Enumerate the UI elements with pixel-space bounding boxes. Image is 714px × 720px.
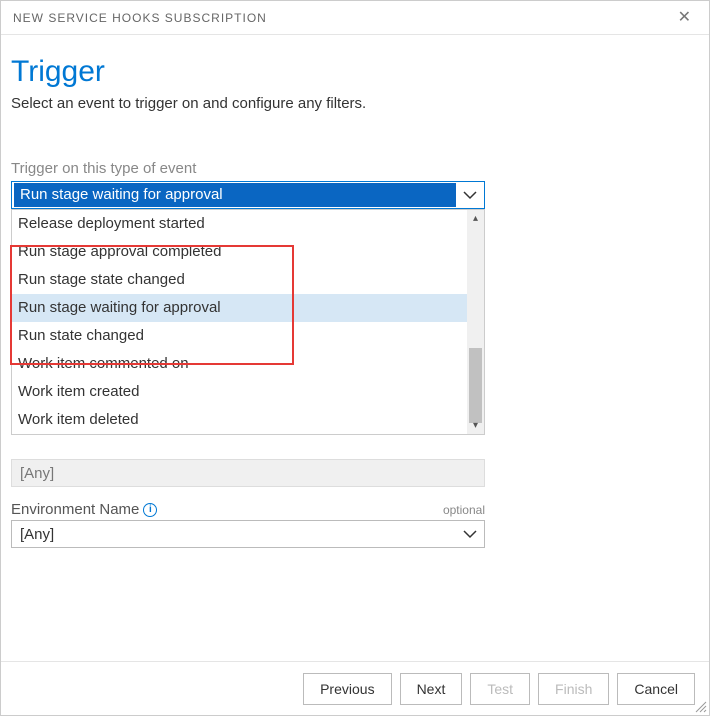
- environment-field: Environment Name i optional [Any]: [11, 501, 681, 548]
- next-button[interactable]: Next: [400, 673, 463, 705]
- trigger-selected-text: Run stage waiting for approval: [14, 183, 456, 207]
- environment-value: [Any]: [12, 526, 456, 543]
- scroll-down-icon[interactable]: ▾: [467, 417, 484, 434]
- close-icon: ✕: [678, 9, 691, 26]
- resize-grip-icon[interactable]: [693, 699, 707, 713]
- trigger-option[interactable]: Run state changed: [12, 322, 467, 350]
- cancel-button[interactable]: Cancel: [617, 673, 695, 705]
- trigger-label: Trigger on this type of event: [11, 160, 681, 177]
- disabled-filter-select: [Any]: [11, 459, 485, 487]
- trigger-option[interactable]: Run stage state changed: [12, 266, 467, 294]
- environment-select[interactable]: [Any]: [11, 520, 485, 548]
- scrollbar-thumb[interactable]: [469, 348, 482, 423]
- dialog-title: NEW SERVICE HOOKS SUBSCRIPTION: [13, 11, 267, 25]
- footer: Previous Next Test Finish Cancel: [1, 661, 709, 715]
- dialog: NEW SERVICE HOOKS SUBSCRIPTION ✕ Trigger…: [0, 0, 710, 716]
- content: Trigger Select an event to trigger on an…: [1, 35, 709, 548]
- previous-button[interactable]: Previous: [303, 673, 391, 705]
- trigger-option[interactable]: Release deployment started: [12, 210, 467, 238]
- pipeline-field: [Any]: [11, 459, 681, 487]
- trigger-option[interactable]: Run stage approval completed: [12, 238, 467, 266]
- disabled-filter-text: [Any]: [12, 465, 484, 482]
- test-button: Test: [470, 673, 530, 705]
- info-icon[interactable]: i: [143, 503, 157, 517]
- filters-section: [Any] Environment Name i optional [Any]: [11, 459, 681, 548]
- trigger-option[interactable]: Work item created: [12, 378, 467, 406]
- trigger-option[interactable]: Work item commented on: [12, 350, 467, 378]
- scroll-up-icon[interactable]: ▴: [467, 210, 484, 227]
- trigger-option[interactable]: Work item deleted: [12, 406, 467, 434]
- trigger-select[interactable]: Run stage waiting for approval Release d…: [11, 181, 485, 209]
- environment-label: Environment Name: [11, 501, 139, 518]
- titlebar: NEW SERVICE HOOKS SUBSCRIPTION ✕: [1, 1, 709, 35]
- trigger-field: Trigger on this type of event Run stage …: [11, 160, 681, 209]
- page-subtitle: Select an event to trigger on and config…: [11, 95, 681, 112]
- trigger-options: Release deployment started Run stage app…: [12, 210, 467, 434]
- scrollbar[interactable]: ▴ ▾: [467, 210, 484, 434]
- chevron-down-icon: [456, 529, 484, 539]
- chevron-down-icon: [456, 190, 484, 200]
- optional-label: optional: [443, 503, 485, 517]
- close-button[interactable]: ✕: [672, 8, 697, 28]
- finish-button: Finish: [538, 673, 609, 705]
- trigger-option[interactable]: Run stage waiting for approval: [12, 294, 467, 322]
- page-title: Trigger: [11, 55, 681, 89]
- trigger-dropdown: Release deployment started Run stage app…: [11, 209, 485, 435]
